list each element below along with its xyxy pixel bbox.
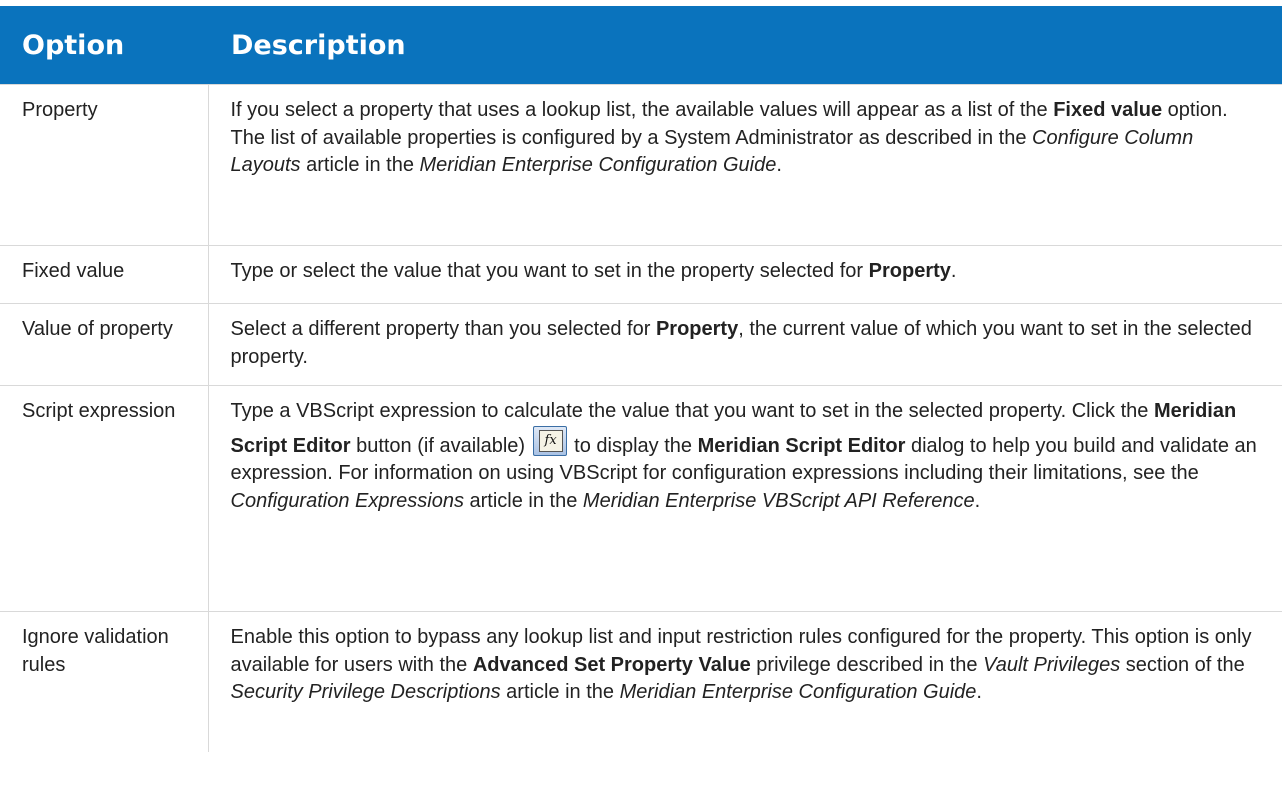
desc-italic: Meridian Enterprise VBScript API Referen… (582, 489, 975, 512)
desc-text: . (976, 681, 982, 703)
desc-bold: Fixed value (1053, 99, 1163, 121)
desc-text: article in the (300, 154, 420, 176)
desc-italic: Configuration Expressions (230, 489, 464, 512)
header-description: Description (208, 6, 1282, 85)
table-row-script-expression: Script expression Type a VBScript expres… (0, 385, 1282, 612)
desc-text: section of the (1120, 653, 1245, 676)
desc-italic: Security Privilege Descriptions (230, 681, 501, 703)
desc-text: If you select a property that uses a loo… (230, 99, 1054, 121)
desc-italic: Vault Privileges (983, 653, 1121, 676)
desc-text: . (974, 489, 981, 512)
desc-text: Type a VBScript expression to calculate … (230, 400, 1154, 422)
option-cell: Fixed value (0, 245, 209, 304)
desc-text: privilege described in the (750, 653, 984, 676)
option-cell: Ignore validation rules (0, 611, 209, 752)
table-header-row: Option Description (0, 6, 1282, 85)
desc-text: article in the (463, 489, 583, 512)
desc-text: Select a different property than you sel… (230, 318, 656, 340)
description-cell: Type or select the value that you want t… (208, 245, 1282, 304)
desc-text: article in the (500, 681, 620, 703)
table-row-property: Property If you select a property that u… (0, 84, 1282, 246)
desc-bold: Property (655, 318, 739, 340)
desc-bold: Advanced Set Property Value (472, 653, 751, 676)
desc-text: . (950, 260, 957, 282)
description-cell: Select a different property than you sel… (208, 303, 1282, 386)
option-cell: Script expression (0, 385, 209, 612)
description-cell: If you select a property that uses a loo… (208, 84, 1282, 246)
desc-text: Type or select the value that you want t… (230, 260, 869, 282)
fx-script-editor-icon: fx (532, 425, 567, 456)
table-row-ignore-validation: Ignore validation rules Enable this opti… (0, 611, 1282, 752)
desc-text: . (776, 154, 782, 176)
options-table: Option Description Property If you selec… (0, 6, 1282, 752)
header-option: Option (0, 6, 208, 85)
desc-bold: Property (868, 260, 951, 282)
option-cell: Property (0, 84, 209, 246)
description-cell: Enable this option to bypass any lookup … (208, 611, 1282, 752)
desc-text: to display the (568, 434, 698, 457)
description-cell: Type a VBScript expression to calculate … (208, 385, 1282, 612)
option-cell: Value of property (0, 303, 209, 386)
table-row-fixed-value: Fixed value Type or select the value tha… (0, 245, 1282, 304)
desc-italic: Meridian Enterprise Configuration Guide (619, 681, 977, 703)
document-page: Option Description Property If you selec… (0, 0, 1282, 795)
desc-bold: Meridian Script Editor (697, 434, 906, 457)
desc-text: button (if available) (350, 434, 531, 457)
desc-italic: Meridian Enterprise Configuration Guide (419, 154, 777, 176)
table-row-value-of-property: Value of property Select a different pro… (0, 303, 1282, 386)
